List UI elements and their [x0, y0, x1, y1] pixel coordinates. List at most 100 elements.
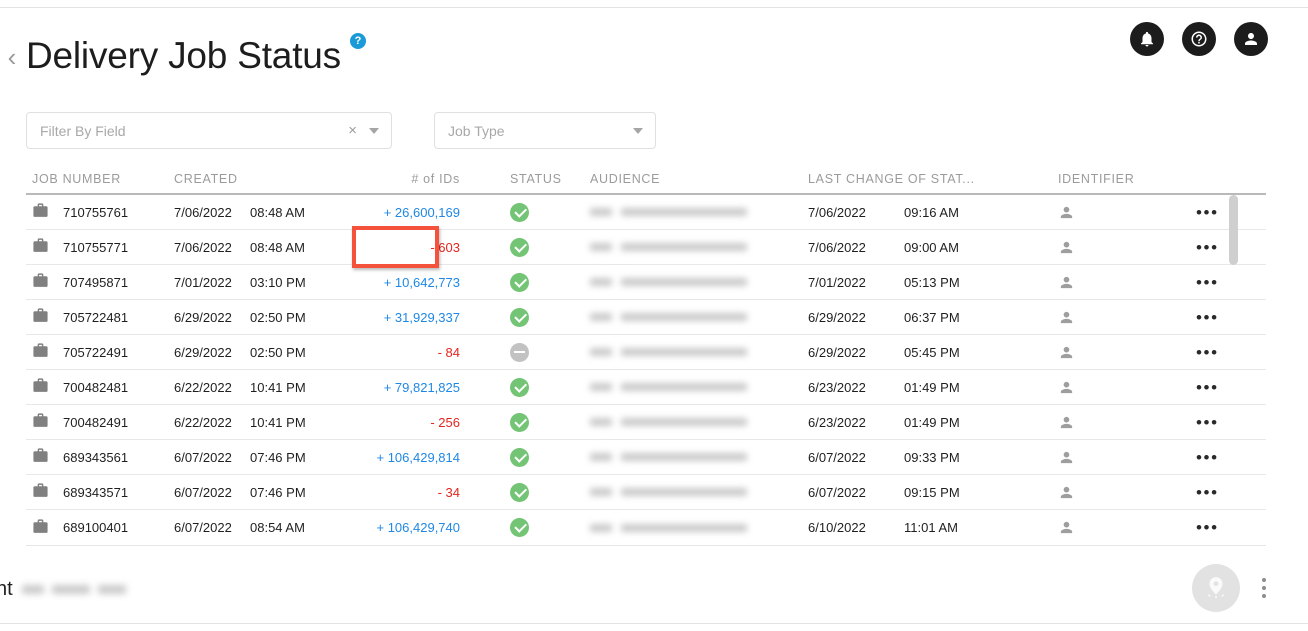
cell-actions[interactable]: •••: [1174, 484, 1254, 501]
cell-job-number[interactable]: 705722491: [26, 342, 174, 362]
cell-identifier: [1026, 204, 1174, 221]
status-complete-icon: [510, 237, 529, 257]
column-header-num-ids[interactable]: # of IDs: [354, 172, 482, 193]
cell-actions[interactable]: •••: [1174, 379, 1254, 396]
status-complete-icon: [510, 482, 529, 502]
account-icon[interactable]: [1234, 22, 1268, 56]
row-overflow-menu-icon[interactable]: •••: [1196, 309, 1219, 326]
help-icon[interactable]: [1182, 22, 1216, 56]
chevron-down-icon[interactable]: [633, 127, 643, 134]
row-overflow-menu-icon[interactable]: •••: [1196, 344, 1219, 361]
row-overflow-menu-icon[interactable]: •••: [1196, 414, 1219, 431]
title-help-badge-icon[interactable]: ?: [350, 33, 366, 49]
table-row[interactable]: 707495871 7/01/2022 03:10 PM + 10,642,773 7/…: [26, 265, 1266, 300]
column-header-created[interactable]: CREATED: [174, 172, 250, 193]
cell-created-time: 10:41 PM: [250, 414, 306, 430]
cell-actions[interactable]: •••: [1174, 449, 1254, 466]
job-icon: [32, 482, 49, 502]
cell-job-number[interactable]: 700482481: [26, 377, 174, 397]
location-pin-icon[interactable]: [1192, 564, 1240, 612]
cell-job-number[interactable]: 705722481: [26, 307, 174, 327]
filter-by-field-input[interactable]: Filter By Field ×: [26, 112, 392, 149]
table-row[interactable]: 689343571 6/07/2022 07:46 PM - 34 6/07/2022 0…: [26, 475, 1266, 510]
column-header-job-number[interactable]: JOB NUMBER: [26, 172, 174, 193]
row-overflow-menu-icon[interactable]: •••: [1196, 449, 1219, 466]
cell-status: [482, 482, 590, 502]
job-type-select[interactable]: Job Type: [434, 112, 656, 149]
cell-num-ids: - 34: [354, 485, 482, 500]
cell-last-change-date: 6/23/2022: [808, 414, 866, 430]
row-overflow-menu-icon[interactable]: •••: [1196, 204, 1219, 221]
table-row[interactable]: 700482491 6/22/2022 10:41 PM - 256 6/23/2022…: [26, 405, 1266, 440]
column-header-status[interactable]: STATUS: [482, 172, 590, 193]
identifier-person-icon: [1058, 344, 1075, 361]
table-scrollbar-track[interactable]: [1229, 195, 1239, 547]
cell-actions[interactable]: •••: [1174, 309, 1254, 326]
column-header-identifier[interactable]: IDENTIFIER: [1026, 172, 1174, 193]
cell-actions[interactable]: •••: [1174, 519, 1254, 536]
cell-audience: [590, 313, 808, 321]
cell-job-number[interactable]: 689343561: [26, 447, 174, 467]
cell-job-number[interactable]: 689100401: [26, 518, 174, 538]
identifier-person-icon: [1058, 519, 1075, 536]
cell-created-time: 02:50 PM: [250, 344, 306, 360]
cell-job-number[interactable]: 689343571: [26, 482, 174, 502]
cell-audience: [590, 243, 808, 251]
cell-num-ids: + 26,600,169: [354, 205, 482, 220]
cell-status: [482, 237, 590, 257]
num-ids-value: + 31,929,337: [383, 309, 460, 325]
table-row[interactable]: 689343561 6/07/2022 07:46 PM + 106,429,814 6…: [26, 440, 1266, 475]
row-overflow-menu-icon[interactable]: •••: [1196, 379, 1219, 396]
cell-status: [482, 412, 590, 432]
row-overflow-menu-icon[interactable]: •••: [1196, 239, 1219, 256]
job-icon: [32, 518, 49, 538]
status-complete-icon: [510, 377, 529, 397]
cell-job-number[interactable]: 700482491: [26, 412, 174, 432]
column-header-last-change[interactable]: LAST CHANGE OF STAT...: [808, 172, 974, 193]
table-row[interactable]: 710755771 7/06/2022 08:48 AM - 603 7/06/2022…: [26, 230, 1266, 265]
column-header-audience[interactable]: AUDIENCE: [590, 172, 808, 193]
clear-icon[interactable]: ×: [348, 123, 357, 138]
table-row[interactable]: 710755761 7/06/2022 08:48 AM + 26,600,169 7/…: [26, 195, 1266, 230]
chevron-down-icon[interactable]: [369, 127, 379, 134]
cell-actions[interactable]: •••: [1174, 414, 1254, 431]
cell-job-number[interactable]: 710755771: [26, 237, 174, 257]
cell-identifier: [1026, 274, 1174, 291]
cell-created-date: 7/01/2022: [174, 274, 232, 290]
cell-last-change-time: 06:37 PM: [904, 309, 960, 325]
cell-actions[interactable]: •••: [1174, 344, 1254, 361]
cell-job-number[interactable]: 710755761: [26, 202, 174, 222]
status-complete-icon: [510, 272, 529, 292]
table-scrollbar-thumb[interactable]: [1229, 195, 1238, 265]
job-number-text: 710755771: [63, 239, 129, 255]
header-icon-group: [1130, 22, 1268, 56]
cell-created-date: 6/22/2022: [174, 379, 232, 395]
cell-actions[interactable]: •••: [1174, 204, 1254, 221]
table-header-row: JOB NUMBER CREATED # of IDs STATUS AUDIE…: [26, 165, 1266, 195]
overflow-menu-icon[interactable]: [1262, 578, 1266, 598]
job-icon: [32, 272, 49, 292]
num-ids-value: - 256: [430, 414, 460, 430]
table-row[interactable]: 705722481 6/29/2022 02:50 PM + 31,929,337 6/…: [26, 300, 1266, 335]
row-overflow-menu-icon[interactable]: •••: [1196, 519, 1219, 536]
cell-num-ids: - 603: [354, 240, 482, 255]
back-button[interactable]: ‹: [2, 44, 22, 70]
table-row[interactable]: 689100401 6/07/2022 08:54 AM + 106,429,740 6…: [26, 510, 1266, 545]
row-overflow-menu-icon[interactable]: •••: [1196, 274, 1219, 291]
cell-actions[interactable]: •••: [1174, 274, 1254, 291]
job-number-text: 689343561: [63, 449, 129, 465]
bottom-truncated-label: nt: [0, 578, 13, 600]
table-row[interactable]: 705722491 6/29/2022 02:50 PM - 84 6/29/2022 0…: [26, 335, 1266, 370]
notifications-icon[interactable]: [1130, 22, 1164, 56]
row-overflow-menu-icon[interactable]: •••: [1196, 484, 1219, 501]
cell-num-ids: + 106,429,814: [354, 450, 482, 465]
job-icon: [32, 202, 49, 222]
cell-job-number[interactable]: 707495871: [26, 272, 174, 292]
status-complete-icon: [510, 518, 529, 537]
cell-last-change-date: 6/29/2022: [808, 344, 866, 360]
table-row[interactable]: 700482481 6/22/2022 10:41 PM + 79,821,825 6/…: [26, 370, 1266, 405]
cell-actions[interactable]: •••: [1174, 239, 1254, 256]
cell-last-change-date: 6/29/2022: [808, 309, 866, 325]
filter-by-field-placeholder: Filter By Field: [40, 122, 126, 139]
num-ids-value: - 34: [437, 484, 460, 500]
